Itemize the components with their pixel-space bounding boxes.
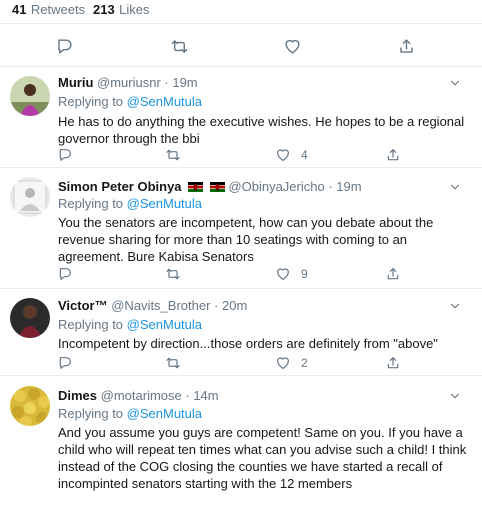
- avatar[interactable]: [10, 177, 50, 217]
- reply-tweet[interactable]: Muriu @muriusnr · 19m Replying to @SenMu…: [0, 67, 482, 168]
- reply-header: Simon Peter Obinya @ObinyaJericho · 19m: [58, 179, 362, 194]
- replying-prefix: Replying to: [58, 317, 124, 332]
- replying-to: Replying to @SenMutula: [58, 196, 202, 211]
- like-icon: [275, 355, 291, 371]
- like-count: 4: [301, 148, 308, 162]
- reply-icon: [57, 147, 73, 163]
- avatar[interactable]: [10, 76, 50, 116]
- mention-link[interactable]: @SenMutula: [127, 406, 202, 421]
- retweet-button[interactable]: [165, 147, 181, 163]
- user-handle[interactable]: @motarimose: [101, 388, 182, 403]
- like-count: 9: [301, 267, 308, 281]
- replying-prefix: Replying to: [58, 196, 124, 211]
- reply-header: Victor™ @Navits_Brother · 20m: [58, 298, 247, 313]
- reply-button[interactable]: [55, 37, 74, 56]
- tweet-stats: 41 Retweets 213 Likes: [0, 0, 482, 24]
- timestamp[interactable]: · 20m: [214, 298, 247, 313]
- share-button[interactable]: [385, 355, 401, 371]
- timestamp[interactable]: · 14m: [185, 388, 218, 403]
- likes-stat[interactable]: 213 Likes: [93, 1, 150, 19]
- like-button[interactable]: 9: [275, 266, 308, 282]
- reply-icon: [57, 355, 73, 371]
- like-button[interactable]: 2: [275, 355, 308, 371]
- share-button[interactable]: [397, 37, 416, 56]
- reply-text: And you assume you guys are competent! S…: [58, 425, 467, 491]
- reply-tweet[interactable]: Simon Peter Obinya @ObinyaJericho · 19m …: [0, 168, 482, 289]
- chevron-down-icon[interactable]: [448, 389, 462, 403]
- share-icon: [385, 266, 401, 282]
- user-handle[interactable]: @ObinyaJericho: [228, 179, 324, 194]
- replying-to: Replying to @SenMutula: [58, 317, 202, 332]
- retweets-label: Retweets: [30, 2, 86, 17]
- likes-count: 213: [93, 2, 115, 17]
- like-icon: [275, 266, 291, 282]
- reply-header: Muriu @muriusnr · 19m: [58, 75, 198, 90]
- reply-button[interactable]: [57, 266, 73, 282]
- share-button[interactable]: [385, 266, 401, 282]
- kenya-flag-icon: [209, 182, 225, 192]
- retweet-icon: [165, 147, 181, 163]
- reply-icon: [55, 37, 74, 56]
- reply-text: He has to do anything the executive wish…: [58, 114, 465, 146]
- retweet-icon: [165, 355, 181, 371]
- reply-icon: [57, 266, 73, 282]
- retweets-count: 41: [12, 2, 27, 17]
- retweet-icon: [165, 266, 181, 282]
- display-name[interactable]: Muriu: [58, 75, 93, 90]
- reply-button[interactable]: [57, 147, 73, 163]
- user-handle[interactable]: @Navits_Brother: [111, 298, 210, 313]
- share-icon: [385, 147, 401, 163]
- display-name[interactable]: Simon Peter Obinya: [58, 179, 182, 194]
- mention-link[interactable]: @SenMutula: [127, 94, 202, 109]
- reply-text: Incompetent by direction...those orders …: [58, 336, 438, 351]
- retweet-icon: [170, 37, 189, 56]
- display-name[interactable]: Dimes: [58, 388, 97, 403]
- retweet-button[interactable]: [165, 266, 181, 282]
- avatar[interactable]: [10, 386, 50, 426]
- kenya-flag-icon: [188, 182, 204, 192]
- share-icon: [385, 355, 401, 371]
- replying-prefix: Replying to: [58, 406, 124, 421]
- likes-label: Likes: [119, 2, 150, 17]
- share-icon: [397, 37, 416, 56]
- like-count: 2: [301, 356, 308, 370]
- reply-tweet[interactable]: Dimes @motarimose · 14m Replying to @Sen…: [0, 376, 482, 513]
- avatar[interactable]: [10, 298, 50, 338]
- chevron-down-icon[interactable]: [448, 180, 462, 194]
- reply-button[interactable]: [57, 355, 73, 371]
- mention-link[interactable]: @SenMutula: [127, 196, 202, 211]
- chevron-down-icon[interactable]: [448, 76, 462, 90]
- like-button[interactable]: 4: [275, 147, 308, 163]
- retweets-stat[interactable]: 41 Retweets: [12, 1, 85, 19]
- replying-to: Replying to @SenMutula: [58, 406, 202, 421]
- display-name[interactable]: Victor™: [58, 298, 108, 313]
- retweet-button[interactable]: [165, 355, 181, 371]
- timestamp[interactable]: · 19m: [328, 179, 361, 194]
- retweet-button[interactable]: [170, 37, 189, 56]
- replying-to: Replying to @SenMutula: [58, 94, 202, 109]
- like-button[interactable]: [283, 37, 302, 56]
- replying-prefix: Replying to: [58, 94, 124, 109]
- main-tweet-actions: [0, 24, 482, 67]
- reply-header: Dimes @motarimose · 14m: [58, 388, 219, 403]
- reply-text: You the senators are incompetent, how ca…: [58, 215, 434, 264]
- like-icon: [275, 147, 291, 163]
- like-icon: [283, 37, 302, 56]
- share-button[interactable]: [385, 147, 401, 163]
- timestamp[interactable]: · 19m: [164, 75, 197, 90]
- reply-tweet[interactable]: Victor™ @Navits_Brother · 20m Replying t…: [0, 289, 482, 376]
- chevron-down-icon[interactable]: [448, 299, 462, 313]
- mention-link[interactable]: @SenMutula: [127, 317, 202, 332]
- user-handle[interactable]: @muriusnr: [97, 75, 161, 90]
